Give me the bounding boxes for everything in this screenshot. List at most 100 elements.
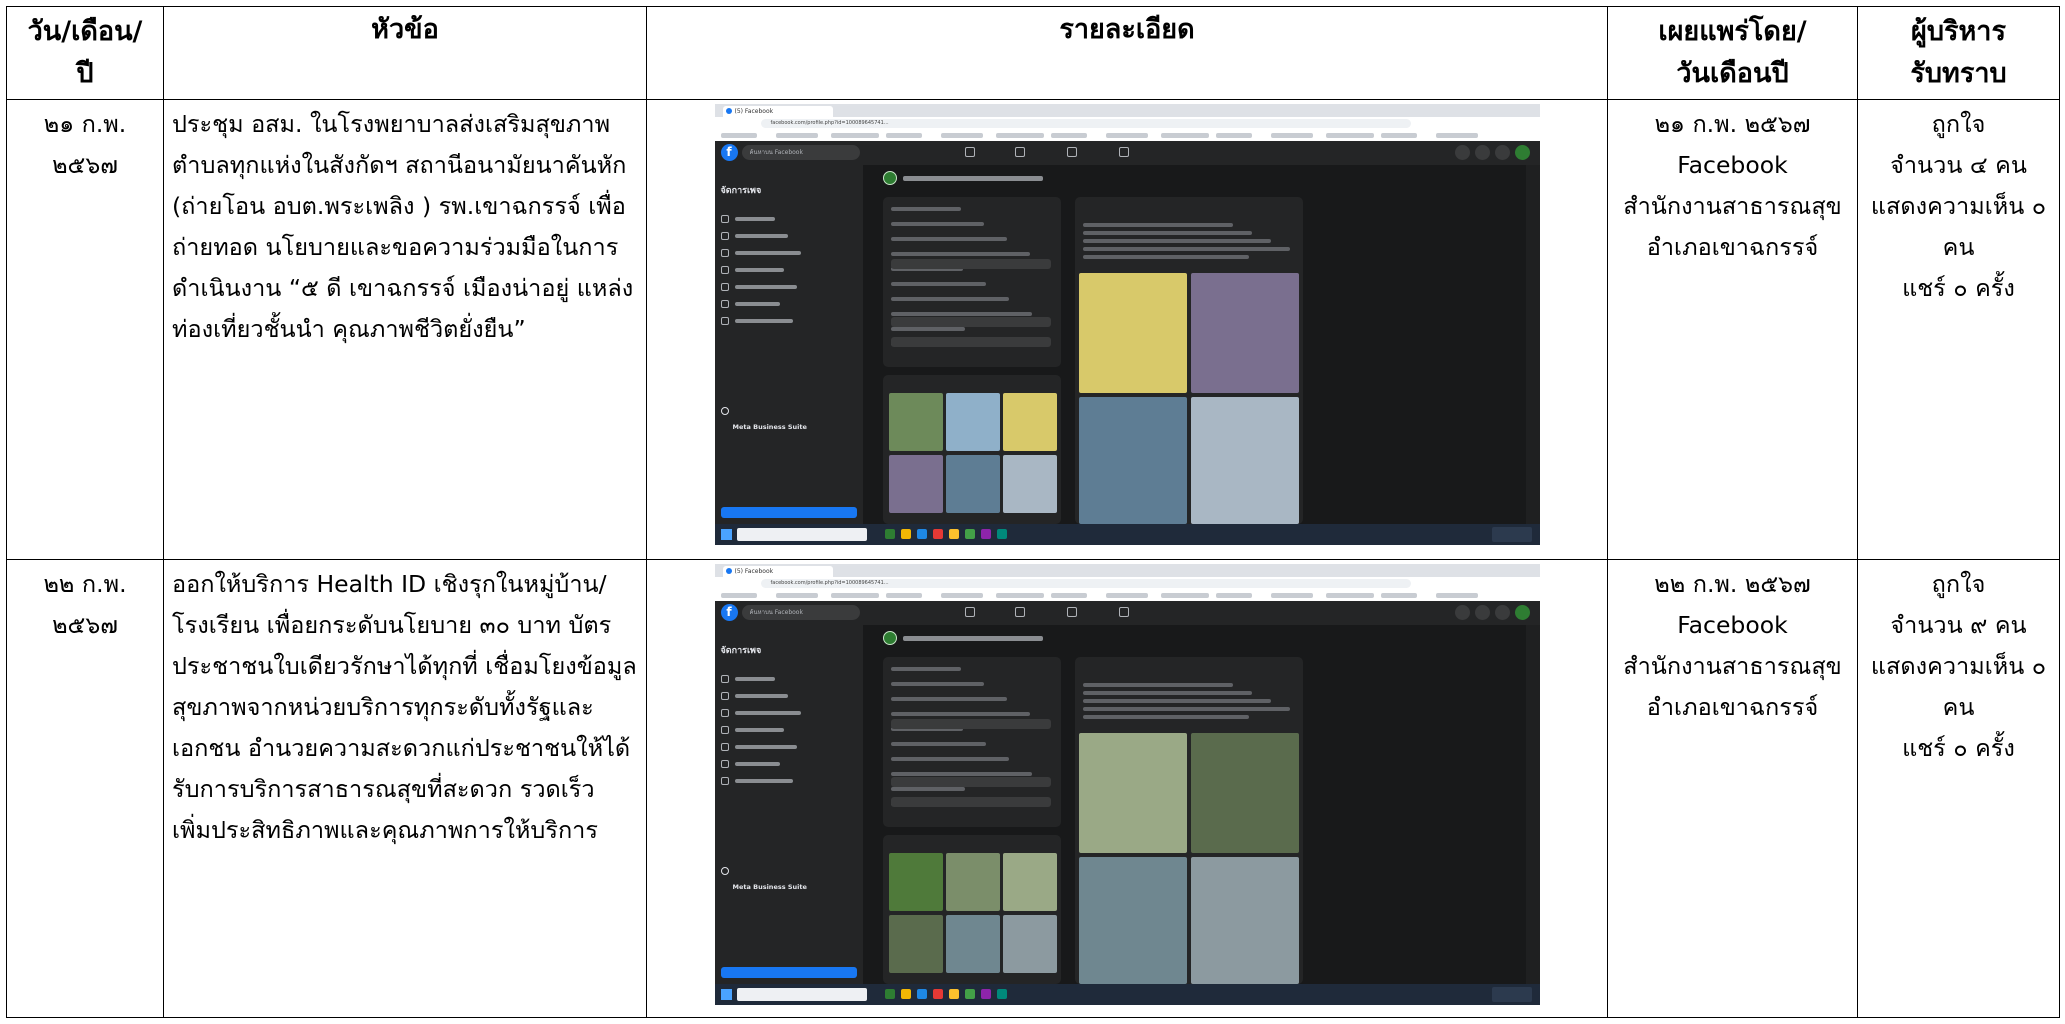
bookmark-item[interactable]	[1105, 593, 1148, 598]
intro-button[interactable]	[890, 777, 1051, 787]
bookmark-item[interactable]	[1325, 133, 1374, 138]
home-icon[interactable]	[964, 607, 975, 617]
url-field[interactable]: facebook.com/profile.php?id=100089645741…	[760, 119, 1411, 128]
post-image[interactable]	[1078, 273, 1187, 393]
bookmark-item[interactable]	[720, 593, 757, 598]
bookmark-item[interactable]	[830, 593, 879, 598]
sidebar-item[interactable]	[720, 726, 851, 734]
intro-button[interactable]	[890, 719, 1051, 729]
sidebar-item[interactable]	[720, 300, 851, 308]
intro-button[interactable]	[890, 317, 1051, 327]
messenger-icon[interactable]	[1474, 605, 1490, 620]
post-image[interactable]	[1078, 397, 1187, 524]
bookmark-item[interactable]	[830, 133, 879, 138]
menu-icon[interactable]	[1454, 605, 1470, 620]
scrollbar[interactable]	[1525, 165, 1540, 524]
bookmark-item[interactable]	[1380, 593, 1417, 598]
intro-button[interactable]	[890, 797, 1051, 807]
bookmark-item[interactable]	[1215, 593, 1252, 598]
photo-thumbnail[interactable]	[888, 455, 943, 513]
avatar[interactable]	[1514, 145, 1530, 160]
sidebar-item[interactable]	[720, 317, 851, 325]
sidebar-item[interactable]	[720, 709, 851, 717]
meta-business-suite-link[interactable]: Meta Business Suite	[720, 407, 807, 448]
photo-thumbnail[interactable]	[1002, 455, 1057, 513]
post-image[interactable]	[1190, 273, 1299, 393]
facebook-logo-icon[interactable]: f	[720, 144, 738, 161]
megaphone-icon[interactable]	[1118, 147, 1129, 157]
bookmark-item[interactable]	[885, 593, 922, 598]
sidebar-item[interactable]	[720, 249, 851, 257]
bell-icon[interactable]	[1494, 605, 1510, 620]
taskbar-app-icon[interactable]	[948, 989, 959, 999]
taskbar-app-icon[interactable]	[964, 989, 975, 999]
store-icon[interactable]	[1066, 607, 1077, 617]
sidebar-item[interactable]	[720, 675, 851, 683]
taskbar-app-icon[interactable]	[964, 529, 975, 539]
bookmark-item[interactable]	[940, 593, 983, 598]
intro-button[interactable]	[890, 259, 1051, 269]
bookmark-item[interactable]	[885, 133, 922, 138]
bookmark-item[interactable]	[940, 133, 983, 138]
photo-thumbnail[interactable]	[945, 915, 1000, 973]
flag-icon[interactable]	[1014, 147, 1025, 157]
facebook-logo-icon[interactable]: f	[720, 604, 738, 621]
menu-icon[interactable]	[1454, 145, 1470, 160]
intro-button[interactable]	[890, 337, 1051, 347]
post-image[interactable]	[1190, 733, 1299, 853]
photo-thumbnail[interactable]	[1002, 393, 1057, 451]
taskbar-app-icon[interactable]	[932, 989, 943, 999]
bookmark-item[interactable]	[1380, 133, 1417, 138]
sidebar-item[interactable]	[720, 266, 851, 274]
post-image[interactable]	[1190, 857, 1299, 984]
bookmark-item[interactable]	[1160, 133, 1209, 138]
sidebar-item[interactable]	[720, 232, 851, 240]
photo-thumbnail[interactable]	[1002, 915, 1057, 973]
taskbar-search[interactable]	[736, 988, 867, 1001]
url-field[interactable]: facebook.com/profile.php?id=100089645741…	[760, 579, 1411, 588]
post-image[interactable]	[1190, 397, 1299, 524]
windows-start-icon[interactable]	[720, 989, 732, 1000]
taskbar-app-icon[interactable]	[916, 529, 927, 539]
taskbar-app-icon[interactable]	[932, 529, 943, 539]
flag-icon[interactable]	[1014, 607, 1025, 617]
photo-thumbnail[interactable]	[945, 455, 1000, 513]
megaphone-icon[interactable]	[1118, 607, 1129, 617]
windows-start-icon[interactable]	[720, 529, 732, 540]
photo-thumbnail[interactable]	[888, 853, 943, 911]
photo-thumbnail[interactable]	[888, 915, 943, 973]
promote-button[interactable]	[720, 507, 857, 518]
bell-icon[interactable]	[1494, 145, 1510, 160]
bookmark-item[interactable]	[775, 593, 818, 598]
photo-thumbnail[interactable]	[945, 393, 1000, 451]
scrollbar[interactable]	[1525, 625, 1540, 984]
bookmark-item[interactable]	[1435, 133, 1478, 138]
photo-thumbnail[interactable]	[888, 393, 943, 451]
bookmark-item[interactable]	[1325, 593, 1374, 598]
bookmark-item[interactable]	[720, 133, 757, 138]
facebook-search-input[interactable]: ค้นหาบน Facebook	[741, 145, 860, 160]
post-image[interactable]	[1078, 857, 1187, 984]
sidebar-item[interactable]	[720, 692, 851, 700]
taskbar-app-icon[interactable]	[884, 529, 895, 539]
taskbar-app-icon[interactable]	[980, 529, 991, 539]
bookmark-item[interactable]	[1105, 133, 1148, 138]
facebook-search-input[interactable]: ค้นหาบน Facebook	[741, 605, 860, 620]
messenger-icon[interactable]	[1474, 145, 1490, 160]
bookmark-item[interactable]	[1270, 593, 1313, 598]
taskbar-app-icon[interactable]	[900, 529, 911, 539]
bookmark-item[interactable]	[775, 133, 818, 138]
browser-tab[interactable]: (5) Facebook	[722, 566, 833, 577]
bookmark-item[interactable]	[1435, 593, 1478, 598]
promote-button[interactable]	[720, 967, 857, 978]
taskbar-app-icon[interactable]	[980, 989, 991, 999]
bookmark-item[interactable]	[1215, 133, 1252, 138]
sidebar-item[interactable]	[720, 760, 851, 768]
meta-business-suite-link[interactable]: Meta Business Suite	[720, 867, 807, 908]
browser-tab[interactable]: (5) Facebook	[722, 106, 833, 117]
bookmark-item[interactable]	[1270, 133, 1313, 138]
photo-thumbnail[interactable]	[945, 853, 1000, 911]
bookmark-item[interactable]	[1050, 593, 1087, 598]
taskbar-app-icon[interactable]	[884, 989, 895, 999]
bookmark-item[interactable]	[995, 133, 1044, 138]
